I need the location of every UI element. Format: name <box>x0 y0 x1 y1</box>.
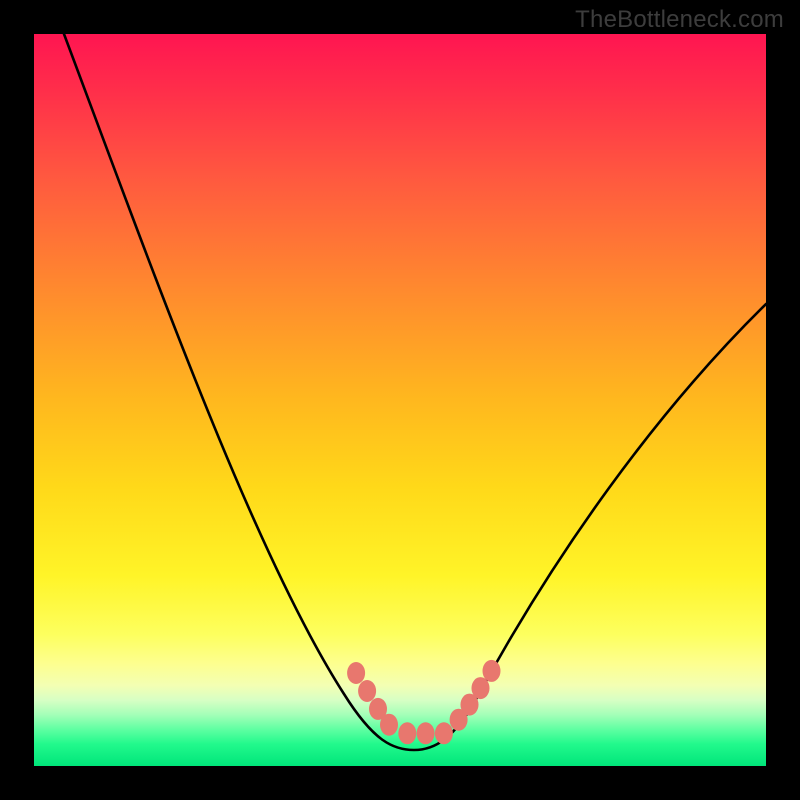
curve-marker <box>380 714 398 736</box>
curve-marker <box>358 680 376 702</box>
curve-marker <box>483 660 501 682</box>
curve-marker <box>472 677 490 699</box>
curve-marker <box>435 722 453 744</box>
chart-plot-area <box>34 34 766 766</box>
curve-marker <box>417 722 435 744</box>
bottleneck-curve-svg <box>34 34 766 766</box>
curve-marker <box>398 722 416 744</box>
bottleneck-curve-path <box>64 34 766 750</box>
bead-group <box>347 660 500 744</box>
watermark-text: TheBottleneck.com <box>575 6 784 34</box>
curve-marker <box>347 662 365 684</box>
